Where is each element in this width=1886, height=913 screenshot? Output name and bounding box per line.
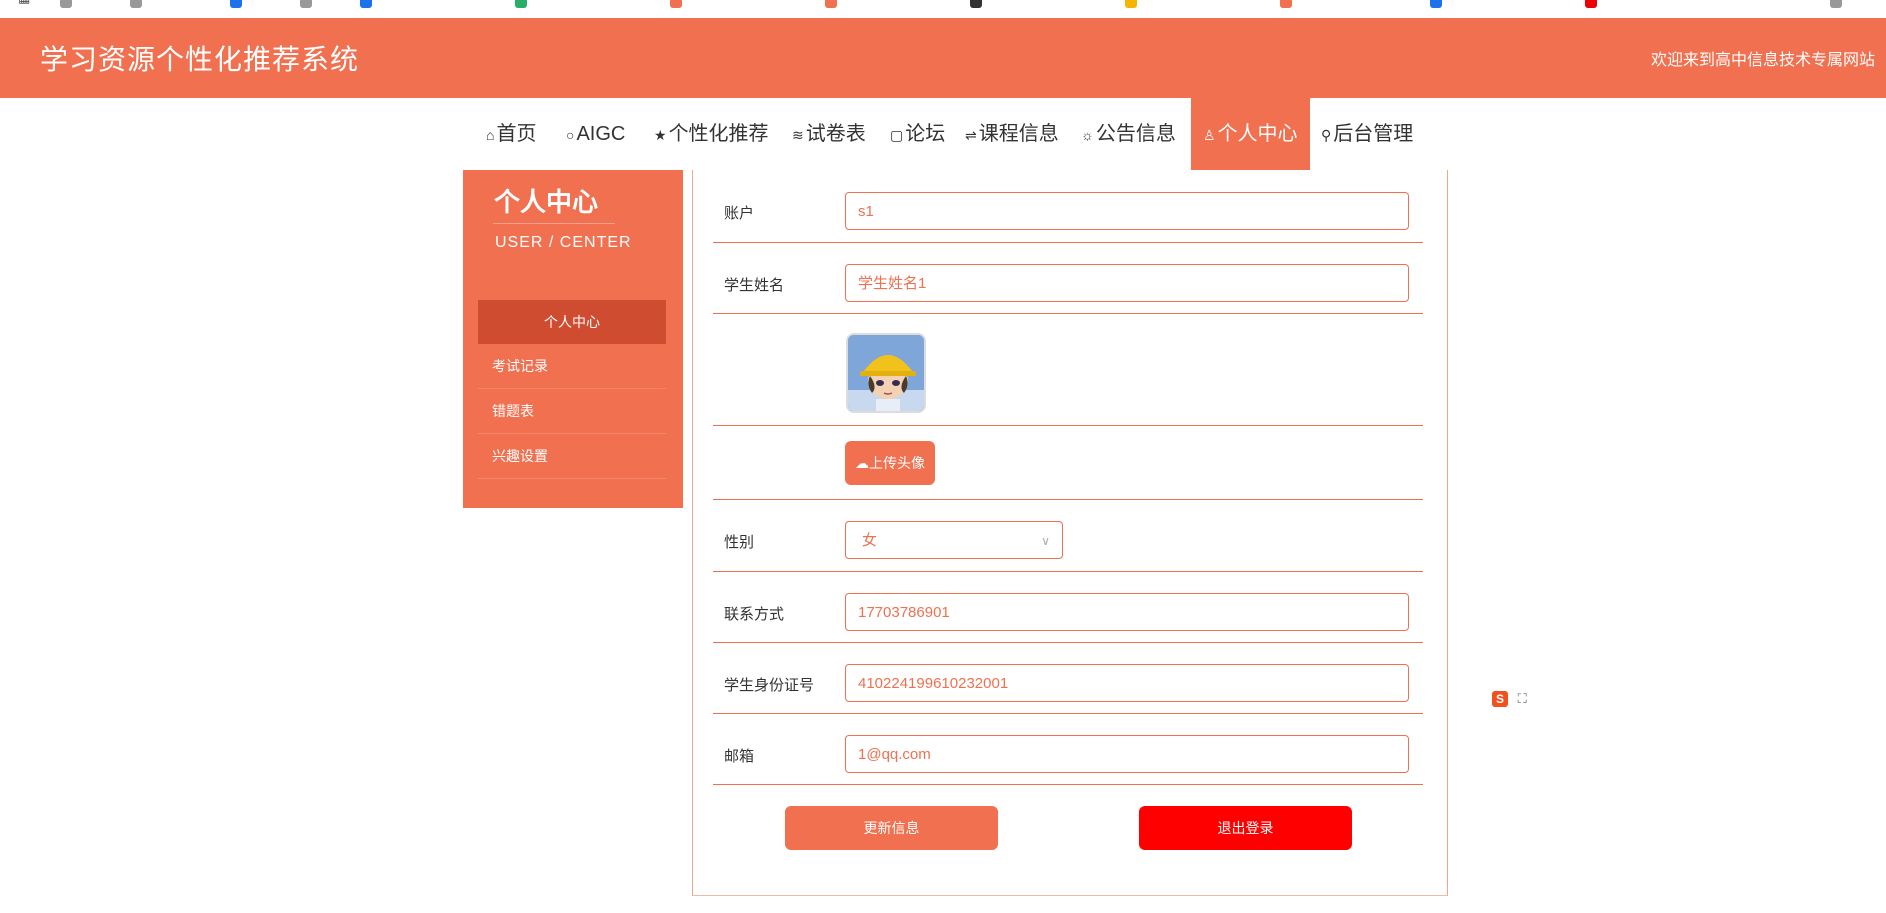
main-nav: ⌂ 首页 ○ AIGC ★ 个性化推荐 ≋ 试卷表 ▢ 论坛 ⇌ 课程信息 ☼ 公告信息 ♙ 个… <box>0 98 1886 170</box>
nav-item-notices[interactable]: ☼ 公告信息 <box>1081 98 1176 170</box>
document-icon: ▢ <box>890 127 904 143</box>
nav-label: 课程信息 <box>978 123 1059 145</box>
nav-item-user-center[interactable]: ♙ 个人中心 <box>1191 98 1310 170</box>
fullscreen-icon[interactable]: ⛶ <box>1518 691 1527 706</box>
form-row-id-number: 学生身份证号 410224199610232001 <box>713 642 1423 714</box>
welcome-text: 欢迎来到高中信息技术专属网站 <box>1650 52 1875 69</box>
account-field[interactable]: s1 <box>845 192 1409 230</box>
divider <box>493 223 615 224</box>
profile-form-panel: 账户 s1 学生姓名 学生姓名1 ☁上传头像 性别 女 ∨ 联系方式 17703… <box>692 170 1448 896</box>
email-field[interactable]: 1@qq.com <box>845 735 1409 773</box>
bookmark-item[interactable] <box>1430 0 1447 8</box>
form-row-email: 邮箱 1@qq.com <box>713 713 1423 785</box>
chevron-down-icon: ∨ <box>1041 534 1050 548</box>
sidebar-menu: 个人中心 考试记录 错题表 兴趣设置 <box>478 300 666 479</box>
bookmark-item[interactable] <box>300 0 317 8</box>
gender-label: 性别 <box>724 534 755 551</box>
student-name-label: 学生姓名 <box>724 277 785 294</box>
nav-label: 论坛 <box>905 123 946 145</box>
sliders-icon: ⇌ <box>965 127 977 143</box>
bookmark-item[interactable] <box>1585 0 1602 8</box>
upload-avatar-label: 上传头像 <box>869 455 925 471</box>
bookmark-item[interactable] <box>670 0 687 8</box>
sidebar-item-exam-records[interactable]: 考试记录 <box>478 344 666 389</box>
star-icon: ★ <box>654 127 667 143</box>
site-header: 学习资源个性化推荐系统 欢迎来到高中信息技术专属网站 <box>0 18 1886 98</box>
form-row-phone: 联系方式 17703786901 <box>713 571 1423 643</box>
bookmark-item[interactable] <box>230 0 247 8</box>
update-info-button[interactable]: 更新信息 <box>785 806 998 850</box>
sidebar-title: 个人中心 <box>494 187 599 217</box>
form-row-avatar <box>713 313 1423 426</box>
bookmark-item[interactable] <box>825 0 842 8</box>
upload-avatar-button[interactable]: ☁上传头像 <box>845 441 935 485</box>
form-row-name: 学生姓名 学生姓名1 <box>713 242 1423 314</box>
nav-item-papers[interactable]: ≋ 试卷表 <box>792 98 866 170</box>
bookmark-item[interactable] <box>1280 0 1297 8</box>
nav-label: 个性化推荐 <box>668 123 769 145</box>
gender-select[interactable]: 女 ∨ <box>845 521 1063 559</box>
nav-label: 个人中心 <box>1217 123 1298 145</box>
sidebar-subtitle: USER / CENTER <box>495 234 632 251</box>
browser-bookmarks-bar: ▦ <box>0 0 1886 18</box>
nav-label: 试卷表 <box>805 123 866 145</box>
nav-item-aigc[interactable]: ○ AIGC <box>566 98 625 170</box>
home-icon: ⌂ <box>486 127 495 143</box>
bookmark-item[interactable] <box>1125 0 1142 8</box>
circle-icon: ○ <box>566 127 575 143</box>
user-icon: ♙ <box>1203 127 1216 143</box>
bookmark-item[interactable] <box>60 0 77 8</box>
phone-label: 联系方式 <box>724 606 785 623</box>
sidebar-item-wrong-questions[interactable]: 错题表 <box>478 389 666 434</box>
user-center-sidebar: 个人中心 USER / CENTER 个人中心 考试记录 错题表 兴趣设置 <box>463 170 683 508</box>
cloud-upload-icon: ☁ <box>855 455 869 471</box>
nav-item-courses[interactable]: ⇌ 课程信息 <box>965 98 1059 170</box>
nav-item-admin[interactable]: ⚲ 后台管理 <box>1321 98 1413 170</box>
sidebar-item-interest-settings[interactable]: 兴趣设置 <box>478 434 666 479</box>
account-label: 账户 <box>724 205 755 222</box>
nav-item-home[interactable]: ⌂ 首页 <box>486 98 536 170</box>
nav-item-forum[interactable]: ▢ 论坛 <box>890 98 945 170</box>
form-row-gender: 性别 女 ∨ <box>713 499 1423 572</box>
nav-label: 首页 <box>496 123 537 145</box>
sidebar-item-user-center[interactable]: 个人中心 <box>478 300 666 344</box>
id-number-field[interactable]: 410224199610232001 <box>845 664 1409 702</box>
id-number-label: 学生身份证号 <box>724 677 815 694</box>
gender-selected-value: 女 <box>862 532 878 549</box>
bookmark-item[interactable] <box>515 0 532 8</box>
phone-field[interactable]: 17703786901 <box>845 593 1409 631</box>
ime-toolbar[interactable]: S ⛶ <box>1492 691 1538 713</box>
avatar-image <box>848 335 924 411</box>
avatar <box>846 333 926 413</box>
logout-button[interactable]: 退出登录 <box>1139 806 1352 850</box>
form-row-account: 账户 s1 <box>713 170 1423 243</box>
nav-label: 后台管理 <box>1333 123 1414 145</box>
email-label: 邮箱 <box>724 748 755 765</box>
sogou-logo-icon: S <box>1492 691 1508 707</box>
site-title[interactable]: 学习资源个性化推荐系统 <box>40 38 359 78</box>
nav-label: 公告信息 <box>1095 123 1176 145</box>
bookmark-item[interactable] <box>970 0 987 8</box>
layers-icon: ≋ <box>792 127 804 143</box>
student-name-field[interactable]: 学生姓名1 <box>845 264 1409 302</box>
form-row-upload: ☁上传头像 <box>713 425 1423 500</box>
bookmark-item[interactable] <box>130 0 147 8</box>
bookmark-item[interactable] <box>360 0 377 8</box>
link-icon: ⚲ <box>1321 127 1332 143</box>
nav-item-recommend[interactable]: ★ 个性化推荐 <box>654 98 769 170</box>
bookmark-item[interactable] <box>1830 0 1847 8</box>
nav-label: AIGC <box>576 123 626 145</box>
sun-icon: ☼ <box>1081 127 1094 143</box>
